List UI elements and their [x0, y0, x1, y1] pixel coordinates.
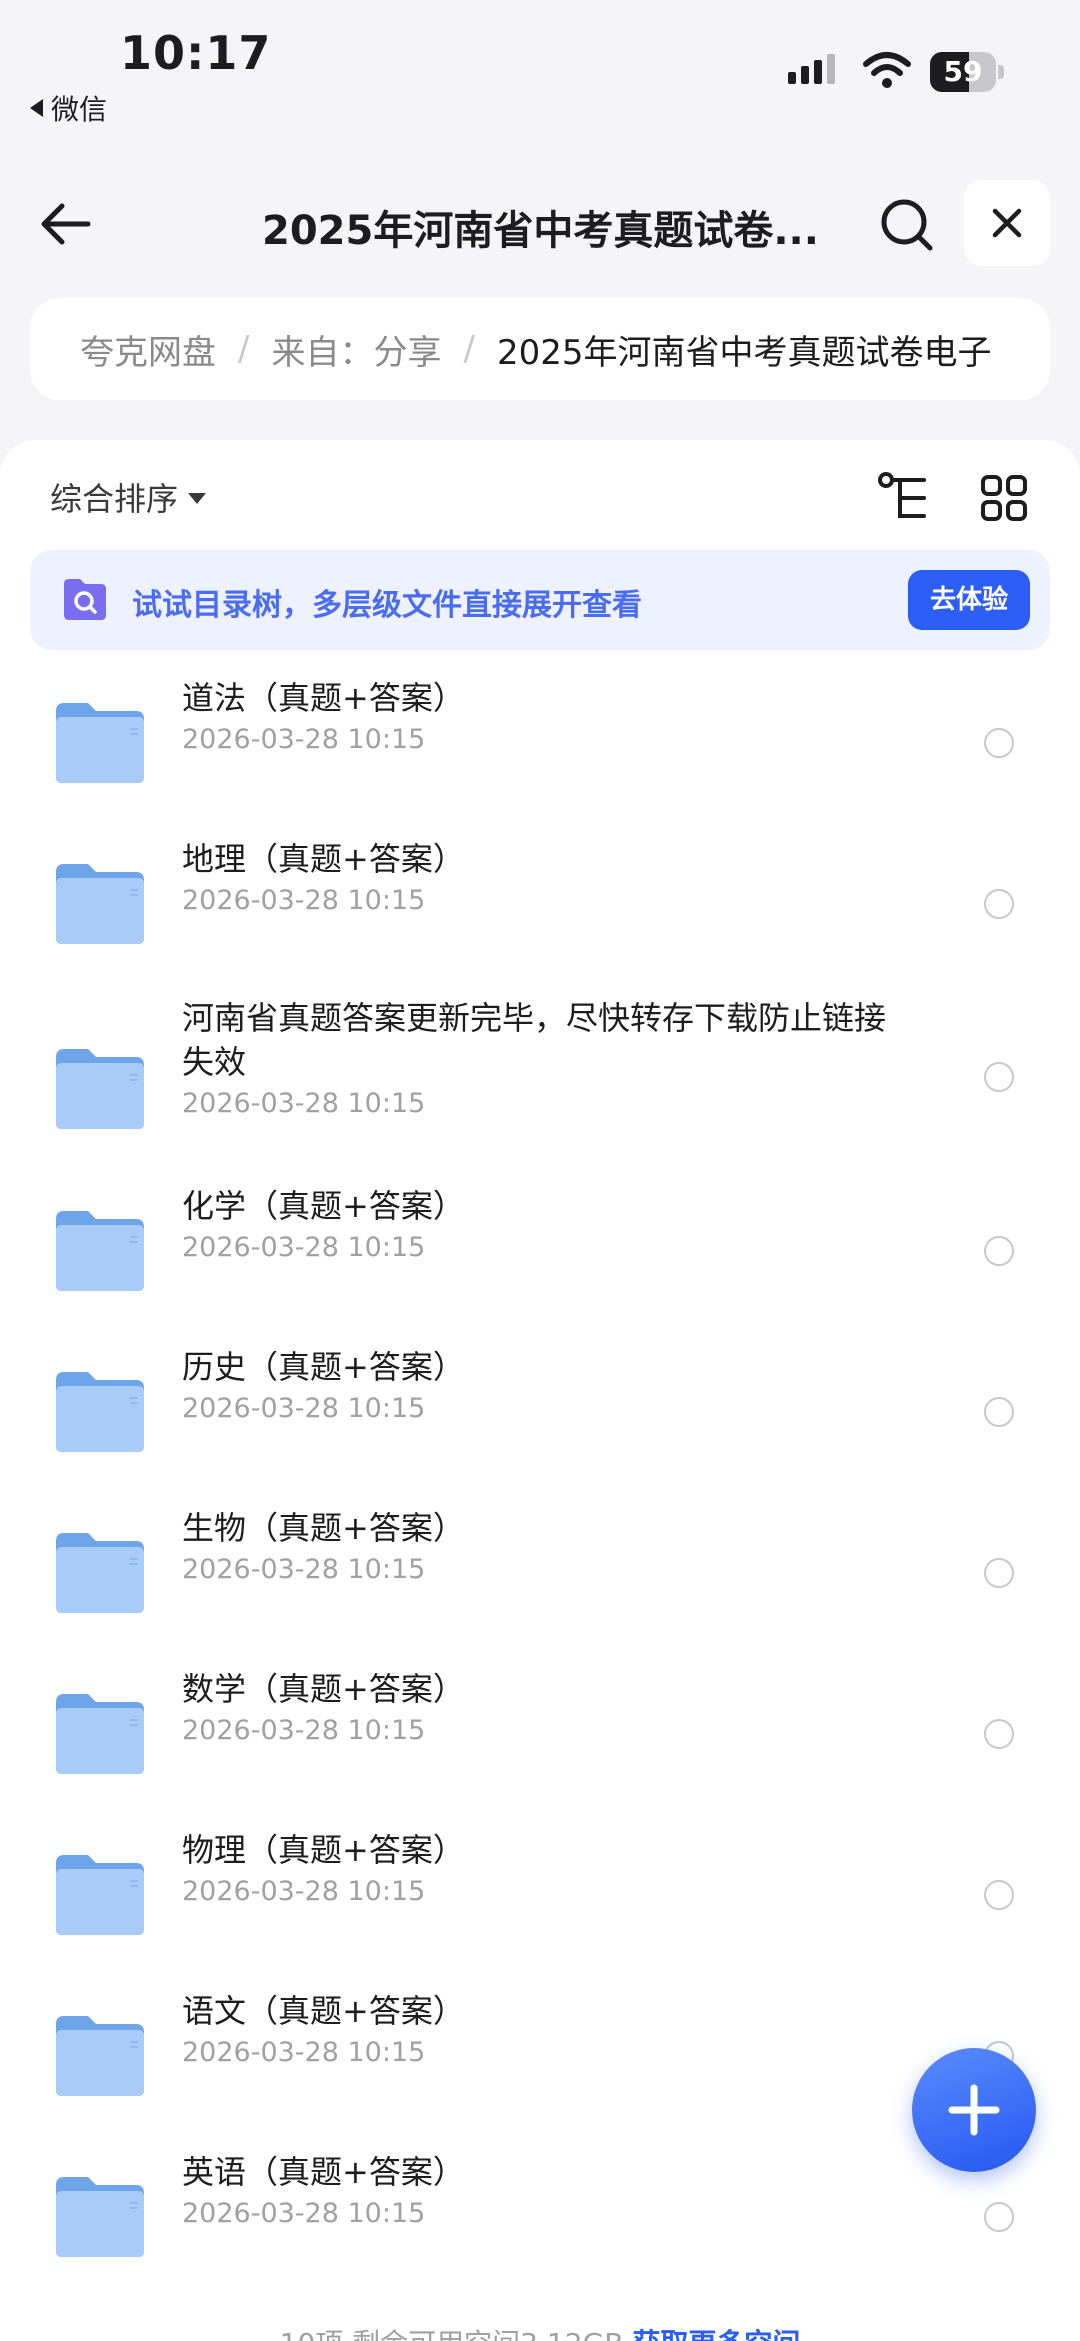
file-name: 历史（真题+答案） — [182, 1348, 465, 1386]
file-name: 化学（真题+答案） — [182, 1187, 465, 1225]
select-radio[interactable] — [984, 1062, 1014, 1092]
folder-search-icon — [64, 579, 106, 620]
file-date: 2026-03-28 10:15 — [182, 885, 426, 916]
storage-footer: 10项 剩余可用空间3.12GB 获取更多空间 — [0, 2322, 1080, 2341]
folder-icon — [56, 864, 144, 944]
file-row[interactable]: 物理（真题+答案） 2026-03-28 10:15 — [0, 1822, 1080, 1983]
breadcrumb-item-current: 2025年河南省中考真题试卷电子 — [496, 332, 992, 373]
file-row[interactable]: 化学（真题+答案） 2026-03-28 10:15 — [0, 1178, 1080, 1339]
breadcrumb-separator: / — [463, 329, 475, 369]
file-row[interactable]: 生物（真题+答案） 2026-03-28 10:15 — [0, 1500, 1080, 1661]
add-button[interactable] — [912, 2048, 1036, 2172]
folder-icon — [56, 1372, 144, 1452]
status-bar: 10:17 微信 59 — [0, 0, 1080, 130]
file-row[interactable]: 历史（真题+答案） 2026-03-28 10:15 — [0, 1339, 1080, 1500]
directory-tree-tip-banner: 试试目录树，多层级文件直接展开查看 去体验 — [30, 550, 1050, 650]
file-date: 2026-03-28 10:15 — [182, 1715, 426, 1746]
back-arrow-icon[interactable] — [36, 194, 96, 254]
sort-label: 综合排序 — [50, 480, 179, 518]
close-icon — [992, 208, 1022, 238]
file-date: 2026-03-28 10:15 — [182, 724, 426, 755]
try-now-button[interactable]: 去体验 — [908, 570, 1030, 630]
folder-icon — [56, 1049, 144, 1129]
file-date: 2026-03-28 10:15 — [182, 1088, 426, 1119]
folder-icon — [56, 2177, 144, 2257]
file-list: 道法（真题+答案） 2026-03-28 10:15 地理（真题+答案） 2026-0… — [0, 670, 1080, 2305]
folder-icon — [56, 1211, 144, 1291]
grid-view-icon[interactable] — [980, 474, 1028, 522]
back-app-label: 微信 — [51, 93, 108, 126]
battery-level: 59 — [943, 55, 983, 88]
file-name: 物理（真题+答案） — [182, 1831, 465, 1869]
file-name: 生物（真题+答案） — [182, 1509, 465, 1547]
sort-dropdown[interactable]: 综合排序 — [50, 474, 207, 520]
caret-down-icon — [188, 492, 207, 504]
directory-tree-icon[interactable] — [876, 470, 932, 526]
folder-icon — [56, 1855, 144, 1935]
breadcrumb-item-root[interactable]: 夸克网盘 — [80, 325, 216, 374]
screen: 10:17 微信 59 2025年河南省中考真题试卷... 夸克网盘 / 来自：… — [0, 0, 1080, 2341]
select-radio[interactable] — [984, 1397, 1014, 1427]
back-triangle-icon — [30, 99, 43, 117]
file-date: 2026-03-28 10:15 — [182, 1876, 426, 1907]
select-radio[interactable] — [984, 889, 1014, 919]
back-to-app-link[interactable]: 微信 — [30, 88, 107, 128]
battery-icon: 59 — [930, 52, 1004, 92]
wifi-icon — [863, 52, 911, 88]
storage-info: 10项 剩余可用空间3.12GB — [280, 2327, 624, 2341]
file-name: 地理（真题+答案） — [182, 840, 465, 878]
file-name: 道法（真题+答案） — [182, 679, 465, 717]
search-icon[interactable] — [876, 194, 936, 254]
file-name: 河南省真题答案更新完毕，尽快转存下载防止链接失效 — [182, 999, 887, 1081]
file-date: 2026-03-28 10:15 — [182, 1554, 426, 1585]
file-row[interactable]: 地理（真题+答案） 2026-03-28 10:15 — [0, 831, 1080, 992]
select-radio[interactable] — [984, 2202, 1014, 2232]
folder-icon — [56, 703, 144, 783]
navigation-bar: 2025年河南省中考真题试卷... — [0, 170, 1080, 280]
breadcrumb-item-share[interactable]: 来自：分享 — [271, 325, 441, 374]
plus-icon — [948, 2084, 1000, 2136]
file-list-panel: 综合排序 试试目录树，多层级文件直接展开查看 去体验 道法（真题+答案） 2026… — [0, 440, 1080, 2341]
select-radio[interactable] — [984, 728, 1014, 758]
file-name: 数学（真题+答案） — [182, 1670, 465, 1708]
file-row[interactable]: 数学（真题+答案） 2026-03-28 10:15 — [0, 1661, 1080, 1822]
file-date: 2026-03-28 10:15 — [182, 1393, 426, 1424]
cellular-signal-icon — [788, 54, 835, 84]
file-date: 2026-03-28 10:15 — [182, 2198, 426, 2229]
file-date: 2026-03-28 10:15 — [182, 1232, 426, 1263]
tip-text: 试试目录树，多层级文件直接展开查看 — [132, 588, 642, 623]
file-name: 语文（真题+答案） — [182, 1992, 465, 2030]
folder-icon — [56, 2016, 144, 2096]
select-radio[interactable] — [984, 1719, 1014, 1749]
breadcrumb-separator: / — [238, 329, 250, 369]
folder-icon — [56, 1694, 144, 1774]
folder-icon — [56, 1533, 144, 1613]
breadcrumb: 夸克网盘 / 来自：分享 / 2025年河南省中考真题试卷电子 — [30, 298, 1050, 400]
status-time: 10:17 — [120, 26, 272, 80]
file-row[interactable]: 英语（真题+答案） 2026-03-28 10:15 — [0, 2144, 1080, 2305]
file-date: 2026-03-28 10:15 — [182, 2037, 426, 2068]
get-more-space-link[interactable]: 获取更多空间 — [632, 2327, 800, 2341]
select-radio[interactable] — [984, 1880, 1014, 1910]
select-radio[interactable] — [984, 1236, 1014, 1266]
file-row[interactable]: 河南省真题答案更新完毕，尽快转存下载防止链接失效 2026-03-28 10:15 — [0, 992, 1080, 1178]
close-button[interactable] — [964, 180, 1050, 266]
file-name: 英语（真题+答案） — [182, 2153, 465, 2191]
select-radio[interactable] — [984, 1558, 1014, 1588]
page-title: 2025年河南省中考真题试卷... — [262, 208, 819, 254]
file-row[interactable]: 道法（真题+答案） 2026-03-28 10:15 — [0, 670, 1080, 831]
